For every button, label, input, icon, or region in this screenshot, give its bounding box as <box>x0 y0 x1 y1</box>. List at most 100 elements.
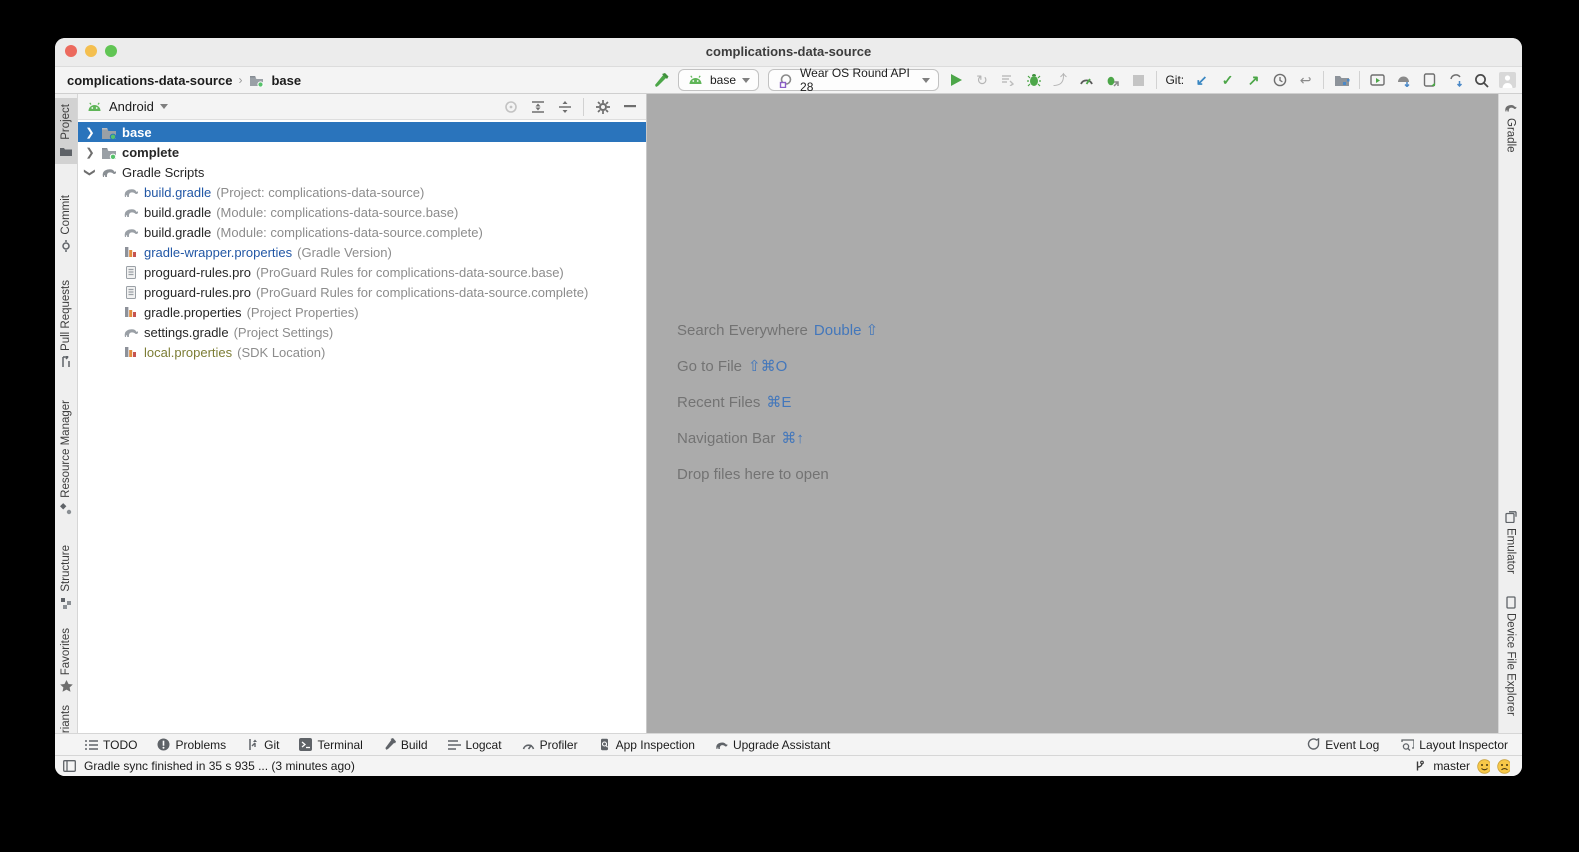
collapse-all-icon[interactable] <box>556 98 573 115</box>
shortcut-keys: ⌘E <box>766 393 791 411</box>
tool-tab-label: Resource Manager <box>60 400 72 498</box>
tool-tab-device-file-explorer[interactable]: Device File Explorer <box>1499 595 1522 716</box>
profile-icon[interactable] <box>1499 72 1516 89</box>
sync-gradle-icon[interactable] <box>1447 72 1464 89</box>
run-configuration-select[interactable]: base <box>678 69 759 91</box>
gradle-icon <box>1504 100 1518 114</box>
apply-changes-restart-icon[interactable]: ↻ <box>974 72 991 89</box>
run-configuration-value: base <box>710 73 736 87</box>
properties-icon <box>122 244 139 260</box>
hammer-icon[interactable] <box>652 72 669 89</box>
tool-tab-upgrade-assistant[interactable]: Upgrade Assistant <box>715 738 830 752</box>
chevron-right-icon[interactable]: ❯ <box>85 126 95 139</box>
tree-item-settings-gradle[interactable]: settings.gradle (Project Settings) <box>78 322 646 342</box>
sad-face-icon[interactable] <box>1497 760 1510 773</box>
tool-tab-gradle[interactable]: Gradle <box>1499 100 1522 153</box>
tool-tab-profiler[interactable]: Profiler <box>522 738 578 752</box>
sdk-manager-icon[interactable] <box>1395 72 1412 89</box>
tool-tab-logcat[interactable]: Logcat <box>448 738 502 752</box>
tool-tab-pull-requests[interactable]: Pull Requests <box>55 280 77 369</box>
device-value: Wear OS Round API 28 <box>800 66 916 94</box>
structure-icon <box>59 596 73 610</box>
tool-tab-favorites[interactable]: Favorites <box>55 628 77 693</box>
hide-panel-icon[interactable] <box>621 98 638 115</box>
git-push-icon[interactable]: ↗ <box>1245 72 1262 89</box>
tool-tab-problems[interactable]: Problems <box>157 738 226 752</box>
breadcrumb-module[interactable]: base <box>271 73 301 88</box>
tree-item-annotation: (Module: complications-data-source.base) <box>216 205 458 220</box>
tool-tab-build-variants[interactable]: Build Variants <box>55 705 77 733</box>
breadcrumb-separator: › <box>238 73 242 87</box>
breadcrumb: complications-data-source › base <box>67 67 301 93</box>
proguard-icon <box>122 284 139 300</box>
avd-manager-icon[interactable] <box>1369 72 1386 89</box>
tree-item-complete[interactable]: ❯ complete <box>78 142 646 162</box>
tool-tab-event-log[interactable]: Event Log <box>1307 738 1379 752</box>
gear-icon[interactable] <box>594 98 611 115</box>
tool-tab-commit[interactable]: Commit <box>55 195 77 253</box>
tool-tab-structure[interactable]: Structure <box>55 545 77 610</box>
project-view-selector[interactable]: Android <box>109 99 154 114</box>
tool-tab-terminal[interactable]: Terminal <box>299 738 362 752</box>
editor-area[interactable]: Search Everywhere Double ⇧ Go to File ⇧⌘… <box>647 94 1498 733</box>
chevron-down-icon[interactable] <box>160 104 168 109</box>
debug-button[interactable] <box>1026 72 1043 89</box>
tree-item-proguard-rules-base[interactable]: proguard-rules.pro (ProGuard Rules for c… <box>78 262 646 282</box>
git-branch-name[interactable]: master <box>1433 759 1470 773</box>
tool-tab-build[interactable]: Build <box>383 738 428 752</box>
project-structure-icon[interactable] <box>1333 72 1350 89</box>
tree-item-build-gradle-base[interactable]: build.gradle (Module: complications-data… <box>78 202 646 222</box>
panel-header-divider <box>583 98 584 116</box>
tool-tab-todo[interactable]: TODO <box>85 738 137 752</box>
tool-tab-app-inspection[interactable]: App Inspection <box>598 738 695 752</box>
tree-item-gradle-scripts[interactable]: ❯ Gradle Scripts <box>78 162 646 182</box>
git-update-icon[interactable]: ↙ <box>1193 72 1210 89</box>
tool-tab-label: App Inspection <box>616 738 695 752</box>
tree-item-name: base <box>122 125 152 140</box>
rollback-icon[interactable]: ↩ <box>1297 72 1314 89</box>
tool-tab-layout-inspector[interactable]: Layout Inspector <box>1401 738 1508 752</box>
tree-item-build-gradle-complete[interactable]: build.gradle (Module: complications-data… <box>78 222 646 242</box>
chevron-down-icon <box>742 78 750 83</box>
tool-tab-resource-manager[interactable]: Resource Manager <box>55 400 77 516</box>
tree-item-annotation: (SDK Location) <box>237 345 325 360</box>
project-panel-header: Android <box>78 94 646 120</box>
tree-item-annotation: (Gradle Version) <box>297 245 392 260</box>
tool-tab-project[interactable]: Project <box>55 98 77 164</box>
run-button[interactable] <box>948 72 965 89</box>
locate-file-icon[interactable] <box>502 98 519 115</box>
toggle-tool-windows-icon[interactable] <box>63 760 76 773</box>
folder-icon <box>100 124 117 140</box>
device-manager-icon[interactable] <box>1421 72 1438 89</box>
tool-tab-label: Terminal <box>317 738 362 752</box>
git-commit-icon[interactable]: ✓ <box>1219 72 1236 89</box>
tree-item-gradle-properties[interactable]: gradle.properties (Project Properties) <box>78 302 646 322</box>
tree-item-name: proguard-rules.pro <box>144 265 251 280</box>
history-icon[interactable] <box>1271 72 1288 89</box>
tool-tab-emulator[interactable]: Emulator <box>1499 510 1522 574</box>
attach-debugger-icon[interactable] <box>1104 72 1121 89</box>
bottom-tool-bar: TODO Problems Git Terminal Build Logcat … <box>55 733 1522 755</box>
tool-tab-label: Build Variants <box>60 705 72 733</box>
breadcrumb-project[interactable]: complications-data-source <box>67 73 232 88</box>
stop-button[interactable] <box>1130 72 1147 89</box>
happy-face-icon[interactable] <box>1477 760 1490 773</box>
build-hammer-icon <box>383 738 396 751</box>
apply-changes-icon[interactable]: ⤴ <box>1052 72 1069 89</box>
tool-tab-label: Emulator <box>1505 528 1517 574</box>
tree-item-build-gradle-project[interactable]: build.gradle (Project: complications-dat… <box>78 182 646 202</box>
profiler-icon[interactable] <box>1078 72 1095 89</box>
search-icon[interactable] <box>1473 72 1490 89</box>
tree-item-base[interactable]: ❯ base <box>78 122 646 142</box>
tool-tab-git[interactable]: Git <box>246 738 279 752</box>
tree-item-local-properties[interactable]: local.properties (SDK Location) <box>78 342 646 362</box>
status-message[interactable]: Gradle sync finished in 35 s 935 ... (3 … <box>84 759 355 773</box>
device-select[interactable]: Wear OS Round API 28 <box>768 69 939 91</box>
chevron-right-icon[interactable]: ❯ <box>85 146 95 159</box>
chevron-down-icon[interactable]: ❯ <box>84 167 97 177</box>
tree-item-proguard-rules-complete[interactable]: proguard-rules.pro (ProGuard Rules for c… <box>78 282 646 302</box>
apply-code-changes-icon[interactable] <box>1000 72 1017 89</box>
tree-item-gradle-wrapper-properties[interactable]: gradle-wrapper.properties (Gradle Versio… <box>78 242 646 262</box>
expand-all-icon[interactable] <box>529 98 546 115</box>
tool-tab-label: Event Log <box>1325 738 1379 752</box>
